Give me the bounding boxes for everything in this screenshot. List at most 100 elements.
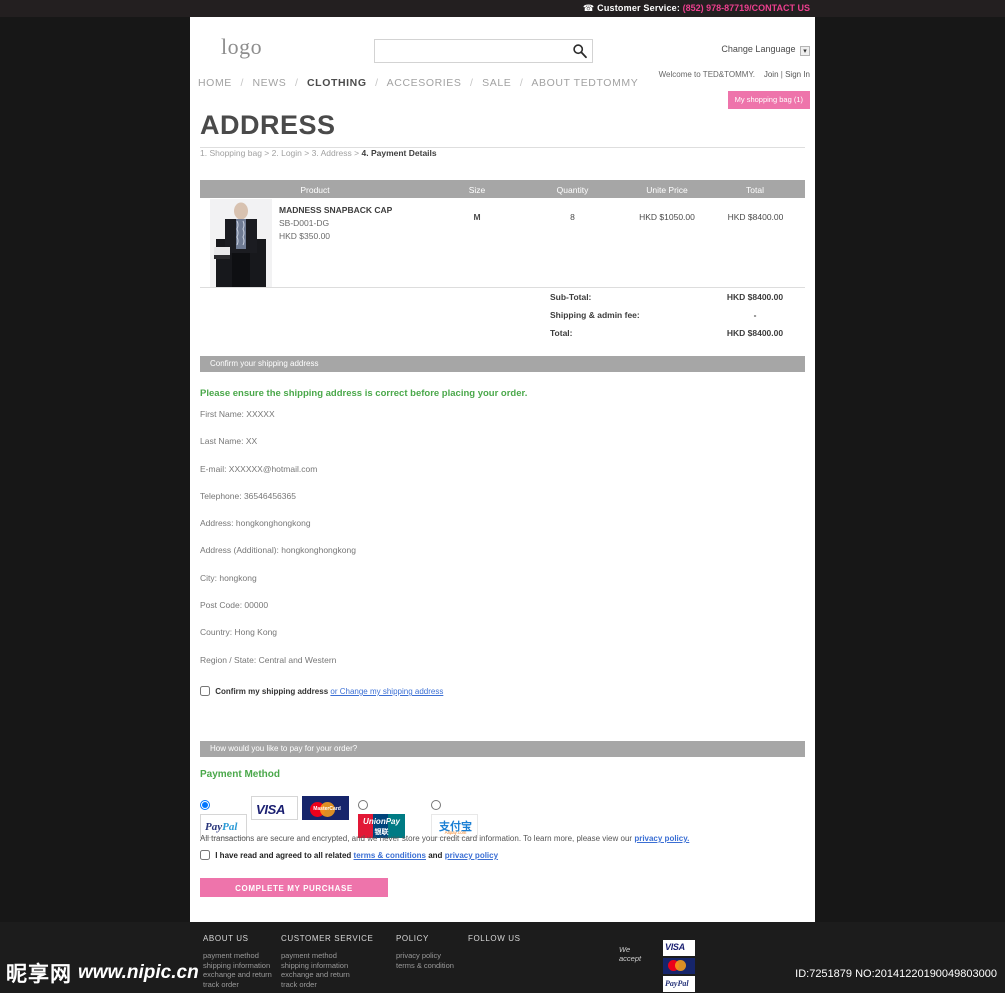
site-logo[interactable]: logo xyxy=(221,34,262,60)
contact-us-link[interactable]: CONTACT US xyxy=(752,3,810,13)
footer-link-cs-payment-method[interactable]: payment method xyxy=(281,951,373,961)
payment-method-heading: Payment Method xyxy=(200,769,281,780)
product-size: M xyxy=(473,212,481,222)
phone-icon: ☎ xyxy=(582,3,595,13)
payment-section-bar: How would you like to pay for your order… xyxy=(200,741,805,757)
step-separator: > xyxy=(354,148,360,158)
product-line-total: HKD $8400.00 xyxy=(727,212,784,222)
field-address-additional: Address (Additional): hongkonghongkong xyxy=(200,545,356,556)
chevron-down-icon[interactable]: ▾ xyxy=(800,46,810,56)
privacy-policy-link[interactable]: privacy policy. xyxy=(634,834,689,843)
address-section-bar: Confirm your shipping address xyxy=(200,356,805,372)
nav-item-clothing[interactable]: CLOTHING xyxy=(307,77,367,89)
step-separator: > xyxy=(264,148,270,158)
alipay-radio[interactable] xyxy=(431,799,441,810)
footer-link-cs-shipping-information[interactable]: shipping information xyxy=(281,961,373,971)
terms-agreement-checkbox[interactable] xyxy=(200,850,210,860)
footer-heading-follow-us: FOLLOW US xyxy=(468,934,521,943)
page-root: ☎ Customer Service: (852) 978-87719 / CONTA… xyxy=(0,0,1005,993)
nav-item-about[interactable]: ABOUT TEDTOMMY xyxy=(531,77,638,89)
payment-option-mastercard[interactable]: MasterCard xyxy=(302,796,349,820)
shopping-bag-button[interactable]: My shopping bag (1) xyxy=(727,91,810,109)
footer-heading-about-us: ABOUT US xyxy=(203,934,249,943)
field-city: City: hongkong xyxy=(200,572,257,583)
footer-link-shipping-information[interactable]: shipping information xyxy=(203,961,272,971)
we-accept-label: We accept xyxy=(619,945,642,963)
footer-link-track-order[interactable]: track order xyxy=(203,980,272,990)
product-info: MADNESS SNAPBACK CAP SB-D001-DG HKD $350… xyxy=(279,205,392,241)
nav-item-news[interactable]: NEWS xyxy=(253,77,287,89)
customer-service-bar: ☎ Customer Service: (852) 978-87719/CONTA… xyxy=(0,0,1005,17)
total-label: Total: xyxy=(550,328,573,338)
payment-option-paypal[interactable]: PayPal xyxy=(200,796,247,838)
product-name[interactable]: MADNESS SNAPBACK CAP xyxy=(279,205,392,215)
payment-option-visa[interactable]: VISA xyxy=(251,796,298,820)
step-shopping-bag[interactable]: 1. Shopping bag xyxy=(200,148,262,158)
confirm-address-row: Confirm my shipping address or Change my… xyxy=(200,686,443,696)
footer-visa-label: VISA xyxy=(665,942,685,952)
confirm-address-checkbox[interactable] xyxy=(200,686,210,696)
signin-link[interactable]: Sign In xyxy=(785,70,810,79)
mastercard-icon[interactable]: MasterCard xyxy=(302,796,349,820)
visa-icon[interactable]: VISA xyxy=(251,796,298,820)
terms-agreement-label: I have read and agreed to all related xyxy=(215,851,352,860)
search-input[interactable] xyxy=(375,40,565,62)
complete-purchase-button[interactable]: COMPLETE MY PURCHASE xyxy=(200,878,388,897)
secure-transaction-note: All transactions are secure and encrypte… xyxy=(200,834,689,843)
secure-text: All transactions are secure and encrypte… xyxy=(200,834,633,843)
change-address-link[interactable]: or Change my shipping address xyxy=(330,687,443,696)
totals-row-total: Total: HKD $8400.00 xyxy=(200,328,805,346)
mastercard-label: MasterCard xyxy=(313,806,341,812)
field-post-code: Post Code: 00000 xyxy=(200,600,269,611)
cart-table-header: Product Size Quantity Unite Price Total xyxy=(200,180,805,198)
customer-service-phone[interactable]: (852) 978-87719 xyxy=(683,3,750,13)
column-header-unit-price: Unite Price xyxy=(646,185,688,195)
step-separator: > xyxy=(304,148,310,158)
search-box[interactable] xyxy=(374,39,593,63)
product-sku: SB-D001-DG xyxy=(279,218,330,228)
field-country: Country: Hong Kong xyxy=(200,627,278,638)
change-language-selector[interactable]: Change Language ▾ xyxy=(721,44,810,56)
step-login[interactable]: 2. Login xyxy=(272,148,302,158)
paypal-radio[interactable] xyxy=(200,799,210,810)
totals-row-shipping: Shipping & admin fee: - xyxy=(200,310,805,328)
payment-option-alipay[interactable]: 支付宝 Alipay.com xyxy=(431,796,478,838)
footer-link-cs-track-order[interactable]: track order xyxy=(281,980,373,990)
field-email: E-mail: XXXXXX@hotmail.com xyxy=(200,463,318,474)
footer-column-customer-service: CUSTOMER SERVICE payment method shipping… xyxy=(281,934,373,989)
terms-and-word: and xyxy=(428,851,443,860)
footer-heading-customer-service: CUSTOMER SERVICE xyxy=(281,934,374,943)
footer-link-terms-condition[interactable]: terms & condition xyxy=(396,961,454,971)
change-language-label: Change Language xyxy=(721,44,796,54)
step-payment-details: 4. Payment Details xyxy=(361,148,437,158)
footer-link-cs-exchange-and-return[interactable]: exchange and return xyxy=(281,970,373,980)
column-header-size: Size xyxy=(468,185,486,195)
join-link[interactable]: Join xyxy=(764,70,779,79)
terms-agreement-row: I have read and agreed to all related te… xyxy=(200,850,498,860)
field-telephone: Telephone: 36546456365 xyxy=(200,490,296,501)
footer-link-privacy-policy[interactable]: privacy policy xyxy=(396,951,454,961)
privacy-policy-link-2[interactable]: privacy policy xyxy=(445,851,498,860)
subtotal-value: HKD $8400.00 xyxy=(726,292,784,302)
product-thumbnail[interactable] xyxy=(210,199,272,287)
nav-item-sale[interactable]: SALE xyxy=(482,77,511,89)
terms-conditions-link[interactable]: terms & conditions xyxy=(354,851,426,860)
unionpay-radio[interactable] xyxy=(358,799,368,810)
nav-item-accesories[interactable]: ACCESORIES xyxy=(387,77,462,89)
shipping-label: Shipping & admin fee: xyxy=(550,310,640,320)
total-value: HKD $8400.00 xyxy=(726,328,784,338)
page-title: ADDRESS xyxy=(200,110,336,140)
nav-item-home[interactable]: HOME xyxy=(198,77,232,89)
search-icon[interactable] xyxy=(572,43,588,59)
step-address[interactable]: 3. Address xyxy=(312,148,352,158)
welcome-pipe: | xyxy=(780,70,783,79)
footer-link-exchange-and-return[interactable]: exchange and return xyxy=(203,970,272,980)
field-last-name: Last Name: XX xyxy=(200,436,258,447)
totals-row-subtotal: Sub-Total: HKD $8400.00 xyxy=(200,292,805,310)
payment-option-unionpay[interactable]: UnionPay 银联 xyxy=(358,796,405,838)
footer-link-payment-method[interactable]: payment method xyxy=(203,951,272,961)
footer-column-follow-us: FOLLOW US xyxy=(468,934,521,951)
checkout-breadcrumb: 1. Shopping bag > 2. Login > 3. Address … xyxy=(200,148,437,158)
nav-separator: / xyxy=(240,77,244,89)
shipping-value: - xyxy=(753,310,757,320)
